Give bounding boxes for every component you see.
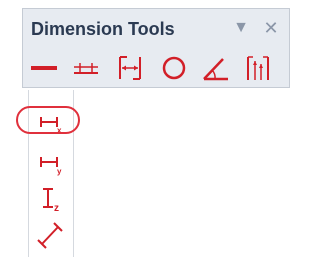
svg-text:x: x [57, 126, 62, 135]
tools-row [29, 53, 285, 83]
horizontal-line-icon[interactable] [29, 53, 59, 83]
diagonal-dimension-icon[interactable] [35, 220, 65, 250]
dimension-tools-toolbar: Dimension Tools ▼ ✕ [22, 8, 290, 88]
dimension-y-icon[interactable]: y [35, 148, 65, 178]
toolbar-titlebar[interactable]: Dimension Tools ▼ ✕ [23, 9, 289, 45]
box-dimension-icon[interactable] [115, 53, 145, 83]
dimension-x-icon[interactable]: x [35, 108, 65, 138]
dimension-flyout-menu: x y z [28, 90, 74, 257]
stage: Dimension Tools ▼ ✕ x y z [0, 0, 295, 257]
svg-text:z: z [54, 203, 59, 214]
close-icon[interactable]: ✕ [261, 18, 281, 38]
toolbar-title: Dimension Tools [31, 19, 175, 39]
circle-icon[interactable] [159, 53, 189, 83]
multi-dimension-icon[interactable] [243, 53, 273, 83]
parallel-dimension-icon[interactable] [71, 53, 101, 83]
svg-text:y: y [57, 167, 62, 176]
triangle-down-icon[interactable]: ▼ [231, 18, 251, 38]
dimension-z-icon[interactable]: z [35, 184, 65, 214]
angle-icon[interactable] [201, 53, 231, 83]
